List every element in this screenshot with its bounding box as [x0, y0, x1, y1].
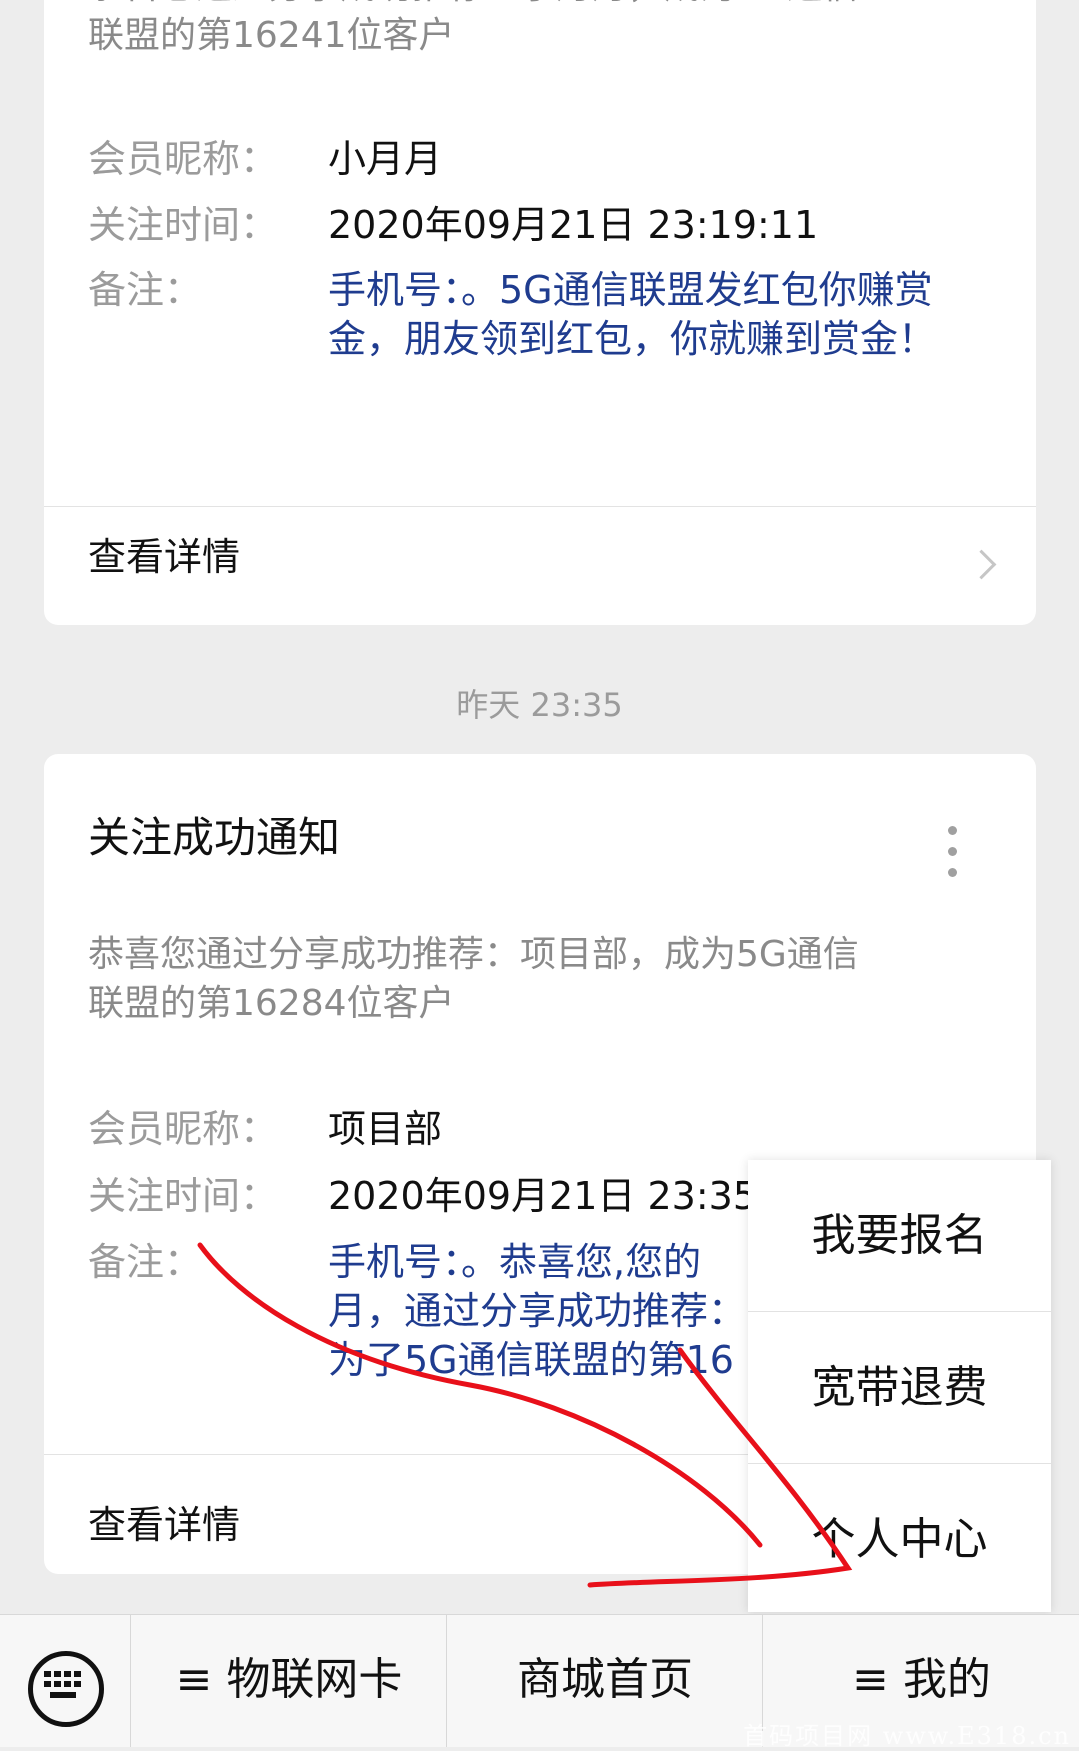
bottom-menu-iot-card[interactable]: ≡ 物联网卡 — [130, 1615, 447, 1747]
bottom-menu-label: 物联网卡 — [226, 1654, 403, 1705]
remark-value: 手机号：。5G通信联盟发红包你赚赏金，朋友领到红包，你就赚到赏金！ — [328, 268, 937, 361]
menu-item-personal-center[interactable]: 个人中心 — [748, 1464, 1051, 1615]
follow-time-label: 关注时间： — [88, 1174, 279, 1218]
remark-value: 手机号：。恭喜您,您的月，通过分享成功推荐：为了5G通信联盟的第16 — [328, 1240, 747, 1382]
card-intro-line: 联盟的第16241位客户 — [88, 15, 455, 56]
chevron-right-icon — [966, 549, 997, 580]
card-intro-line: 联盟的第16284位客户 — [88, 983, 455, 1024]
follow-time-value: 2020年09月21日 23:19:11 — [328, 203, 819, 247]
menu-item-signup[interactable]: 我要报名 — [748, 1160, 1051, 1312]
remark-label: 备注： — [88, 1240, 203, 1284]
keyboard-icon[interactable] — [28, 1651, 104, 1727]
card-intro-line: 恭喜您通过分享成功推荐：小月月，成为5G通信 — [88, 0, 988, 11]
bottom-menu-mall-home[interactable]: 商城首页 — [446, 1615, 763, 1747]
follow-time-value: 2020年09月21日 23:35 — [328, 1174, 758, 1218]
bottom-menu-label: 商城首页 — [517, 1654, 693, 1705]
card-intro-line: 恭喜您通过分享成功推荐：项目部，成为5G通信 — [88, 934, 859, 975]
menu-item-broadband-refund[interactable]: 宽带退费 — [748, 1312, 1051, 1464]
notification-card: 恭喜您通过分享成功推荐：小月月，成为5G通信 联盟的第16241位客户 会员昵称… — [44, 0, 1036, 625]
view-details-link[interactable]: 查看详情 — [88, 1494, 240, 1549]
remark-label: 备注： — [88, 268, 203, 312]
nickname-value: 小月月 — [328, 137, 443, 181]
bottom-menu-label: 我的 — [902, 1654, 991, 1705]
nickname-label: 会员昵称： — [88, 1107, 279, 1151]
hamburger-icon: ≡ — [852, 1654, 889, 1705]
card-divider — [44, 506, 1036, 507]
follow-time-label: 关注时间： — [88, 203, 279, 247]
nickname-label: 会员昵称： — [88, 137, 279, 181]
message-timestamp: 昨天 23:35 — [456, 686, 623, 724]
more-vertical-icon[interactable] — [948, 826, 958, 882]
nickname-value: 项目部 — [328, 1107, 443, 1151]
view-details-link[interactable]: 查看详情 — [88, 526, 240, 581]
card-title: 关注成功通知 — [88, 813, 341, 862]
submenu-popup: 我要报名 宽带退费 个人中心 — [748, 1160, 1051, 1612]
hamburger-icon: ≡ — [175, 1654, 213, 1705]
